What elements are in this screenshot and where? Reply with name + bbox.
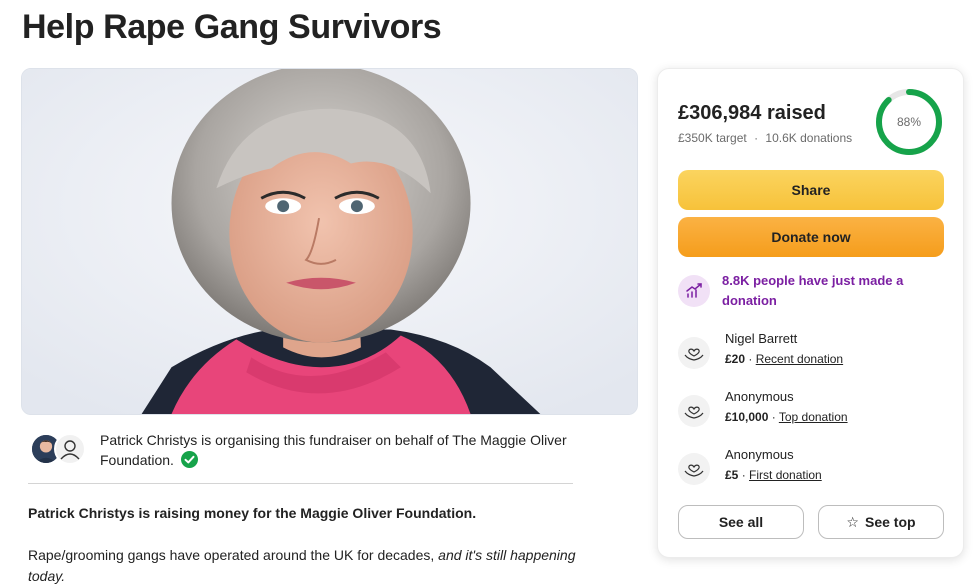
story-headline: Patrick Christys is raising money for th… — [28, 505, 477, 521]
heart-hands-icon — [678, 337, 710, 369]
star-icon: ☆ — [846, 513, 859, 530]
donor-name: Anonymous — [725, 447, 794, 462]
person-icon — [60, 440, 80, 460]
donation-tag-link[interactable]: Recent donation — [756, 352, 843, 366]
beneficiary-avatar[interactable] — [54, 433, 86, 465]
donor-name: Nigel Barrett — [725, 331, 798, 346]
divider — [28, 483, 573, 484]
trending-up-icon — [678, 275, 710, 307]
recent-activity-text: 8.8K people have just made a donation — [722, 273, 904, 308]
donate-now-button[interactable]: Donate now — [678, 217, 944, 257]
campaign-hero-image — [21, 68, 638, 415]
donation-item: Anonymous £5 · First donation — [678, 447, 948, 491]
page-title: Help Rape Gang Survivors — [22, 8, 442, 46]
see-all-button[interactable]: See all — [678, 505, 804, 539]
donation-meta: £10,000 · Top donation — [725, 410, 848, 424]
story-body: Rape/grooming gangs have operated around… — [28, 547, 576, 584]
organiser-text: Patrick Christys is organising this fund… — [100, 432, 567, 468]
donation-item: Anonymous £10,000 · Top donation — [678, 389, 948, 433]
target-summary: £350K target · 10.6K donations — [678, 131, 853, 145]
verified-check-icon — [180, 451, 198, 468]
donation-tag-link[interactable]: Top donation — [779, 410, 848, 424]
progress-label: 88% — [896, 115, 922, 129]
heart-hands-icon — [678, 395, 710, 427]
donation-item: Nigel Barrett £20 · Recent donation — [678, 331, 948, 375]
donor-name: Anonymous — [725, 389, 794, 404]
donation-meta: £20 · Recent donation — [725, 352, 844, 366]
donation-meta: £5 · First donation — [725, 468, 822, 482]
donation-tag-link[interactable]: First donation — [749, 468, 822, 482]
heart-hands-icon — [678, 453, 710, 485]
donation-card: £306,984 raised £350K target · 10.6K don… — [657, 68, 964, 558]
amount-raised: £306,984 raised — [678, 102, 826, 124]
see-top-button[interactable]: ☆ See top — [818, 505, 944, 539]
share-button[interactable]: Share — [678, 170, 944, 210]
organiser-info: Patrick Christys is organising this fund… — [28, 430, 588, 470]
